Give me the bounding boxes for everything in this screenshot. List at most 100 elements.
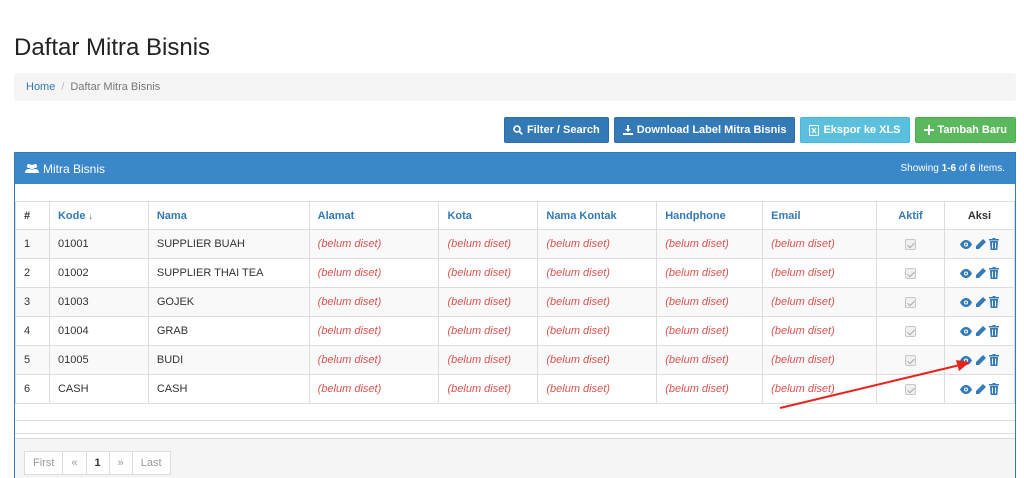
export-xls-button[interactable]: Ekspor ke XLS xyxy=(800,117,910,143)
pencil-icon xyxy=(975,238,986,249)
cell-alamat: (belum diset) xyxy=(308,345,440,375)
cell-kode: 01003 xyxy=(48,287,149,317)
delete-button[interactable] xyxy=(988,296,999,308)
download-label-button[interactable]: Download Label Mitra Bisnis xyxy=(613,117,796,143)
delete-button[interactable] xyxy=(988,383,999,395)
delete-button[interactable] xyxy=(988,238,999,250)
cell-hp: (belum diset) xyxy=(656,316,764,346)
download-label-text: Download Label Mitra Bisnis xyxy=(636,124,787,136)
cell-aktif xyxy=(876,316,945,346)
table-row: 1 01001 SUPPLIER BUAH (belum diset) (belum d… xyxy=(15,229,1016,259)
cell-kode: 01001 xyxy=(48,229,149,259)
filter-search-label: Filter / Search xyxy=(526,124,600,136)
panel-heading: Mitra Bisnis Showing 1-6 of 6 items. xyxy=(15,153,1015,184)
cell-nama: GRAB xyxy=(147,316,310,346)
edit-button[interactable] xyxy=(975,354,986,366)
breadcrumb-home-link[interactable]: Home xyxy=(26,81,55,93)
cell-email: (belum diset) xyxy=(762,316,878,346)
pencil-icon xyxy=(975,354,986,365)
pencil-icon xyxy=(975,296,986,307)
eye-icon xyxy=(959,384,972,394)
eye-icon xyxy=(959,297,972,307)
edit-button[interactable] xyxy=(975,325,986,337)
summary-prefix: Showing xyxy=(900,163,942,174)
panel-title-text: Mitra Bisnis xyxy=(43,161,106,176)
file-excel-icon xyxy=(809,124,820,136)
cell-alamat: (belum diset) xyxy=(308,287,440,317)
cell-nama: CASH xyxy=(147,374,310,404)
search-icon xyxy=(513,125,523,135)
cell-email: (belum diset) xyxy=(762,287,878,317)
page-1-button[interactable]: 1 xyxy=(85,451,110,475)
view-button[interactable] xyxy=(959,297,972,307)
cell-nama: GOJEK xyxy=(147,287,310,317)
cell-hp: (belum diset) xyxy=(656,374,764,404)
page-prev-button[interactable]: « xyxy=(62,451,87,475)
col-kode-sort[interactable]: Kode ↓ xyxy=(48,201,149,230)
cell-kota: (belum diset) xyxy=(438,345,539,375)
table-row: 4 01004 GRAB (belum diset) (belum diset) (bel… xyxy=(15,316,1016,346)
aktif-checkbox[interactable] xyxy=(905,238,916,250)
page-next-button[interactable]: » xyxy=(108,451,133,475)
edit-button[interactable] xyxy=(975,238,986,250)
filter-search-button[interactable]: Filter / Search xyxy=(503,117,609,143)
col-kota-sort[interactable]: Kota xyxy=(438,201,539,230)
breadcrumb: Home / Daftar Mitra Bisnis xyxy=(14,73,1016,101)
delete-button[interactable] xyxy=(988,325,999,337)
cell-kode: 01002 xyxy=(48,258,149,288)
col-alamat-sort[interactable]: Alamat xyxy=(308,201,440,230)
cell-hp: (belum diset) xyxy=(656,258,764,288)
aktif-checkbox[interactable] xyxy=(905,383,916,395)
col-kontak-sort[interactable]: Nama Kontak xyxy=(537,201,658,230)
cell-num: 4 xyxy=(15,316,50,346)
edit-button[interactable] xyxy=(975,296,986,308)
cell-aksi xyxy=(943,374,1016,404)
edit-button[interactable] xyxy=(975,267,986,279)
view-button[interactable] xyxy=(959,384,972,394)
cell-kota: (belum diset) xyxy=(438,258,539,288)
cell-aksi xyxy=(943,345,1016,375)
aktif-checkbox[interactable] xyxy=(905,296,916,308)
delete-button[interactable] xyxy=(988,267,999,279)
cell-num: 2 xyxy=(15,258,50,288)
cell-aksi xyxy=(943,316,1016,346)
page-last-button[interactable]: Last xyxy=(131,451,171,475)
table-spacer xyxy=(15,420,1015,434)
view-button[interactable] xyxy=(959,268,972,278)
add-new-button[interactable]: Tambah Baru xyxy=(914,117,1016,143)
cell-kontak: (belum diset) xyxy=(537,316,658,346)
trash-icon xyxy=(988,267,999,279)
pencil-icon xyxy=(975,267,986,278)
cell-nama: SUPPLIER THAI TEA xyxy=(147,258,310,288)
aktif-checkbox[interactable] xyxy=(905,325,916,337)
view-button[interactable] xyxy=(959,326,972,336)
eye-icon xyxy=(959,326,972,336)
view-button[interactable] xyxy=(959,239,972,249)
cell-kode: 01005 xyxy=(48,345,149,375)
cell-kontak: (belum diset) xyxy=(537,229,658,259)
col-aktif-sort[interactable]: Aktif xyxy=(876,201,945,230)
view-button[interactable] xyxy=(959,355,972,365)
pencil-icon xyxy=(975,325,986,336)
cell-nama: SUPPLIER BUAH xyxy=(147,229,310,259)
cell-kota: (belum diset) xyxy=(438,229,539,259)
delete-button[interactable] xyxy=(988,354,999,366)
cell-aktif xyxy=(876,374,945,404)
trash-icon xyxy=(988,296,999,308)
cell-num: 5 xyxy=(15,345,50,375)
col-num: # xyxy=(15,201,50,230)
edit-button[interactable] xyxy=(975,383,986,395)
col-email-sort[interactable]: Email xyxy=(762,201,878,230)
table-header-row: # Kode ↓ Nama Alamat Kota Nama Kontak Han… xyxy=(15,201,1016,230)
col-nama-sort[interactable]: Nama xyxy=(147,201,310,230)
panel-title: Mitra Bisnis xyxy=(25,162,105,176)
cell-aktif xyxy=(876,229,945,259)
aktif-checkbox[interactable] xyxy=(905,267,916,279)
page-first-button[interactable]: First xyxy=(24,451,64,475)
col-hp-sort[interactable]: Handphone xyxy=(656,201,764,230)
eye-icon xyxy=(959,355,972,365)
col-kode-label: Kode xyxy=(57,209,86,222)
summary-range: 1-6 xyxy=(941,163,957,174)
cell-kota: (belum diset) xyxy=(438,374,539,404)
aktif-checkbox[interactable] xyxy=(905,354,916,366)
